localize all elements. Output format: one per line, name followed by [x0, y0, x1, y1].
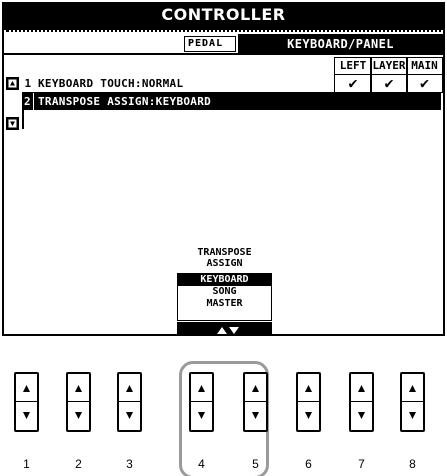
row-label: TRANSPOSE ASSIGN:KEYBOARD	[38, 95, 212, 108]
title-bar: CONTROLLER	[4, 4, 443, 32]
button-number-label: 2	[75, 457, 82, 471]
transpose-assign-selector[interactable]: TRANSPOSE ASSIGN KEYBOARD SONG MASTER	[174, 247, 275, 335]
up-arrow-icon	[358, 385, 365, 392]
panel-button-1[interactable]	[14, 372, 39, 432]
up-arrow-icon	[305, 385, 312, 392]
column-header-layer: LAYER	[370, 57, 408, 75]
up-arrow-icon	[409, 385, 416, 392]
down-arrow-icon	[358, 412, 365, 419]
row-number: 1	[24, 77, 32, 90]
up-arrow-icon	[198, 385, 205, 392]
up-button[interactable]	[402, 374, 423, 402]
button-number-label: 4	[198, 457, 205, 471]
row-label: KEYBOARD TOUCH:NORMAL	[38, 77, 184, 90]
down-button[interactable]	[68, 402, 89, 430]
down-arrow-icon	[75, 412, 82, 419]
down-arrow-icon	[126, 412, 133, 419]
selector-options: KEYBOARD SONG MASTER	[177, 273, 272, 321]
down-arrow-icon	[252, 412, 259, 419]
row-divider	[22, 93, 24, 129]
down-arrow-icon	[198, 412, 205, 419]
up-button[interactable]	[191, 374, 212, 402]
scroll-down-icon[interactable]	[6, 117, 19, 130]
down-button[interactable]	[119, 402, 140, 430]
up-button[interactable]	[351, 374, 372, 402]
check-main[interactable]: ✔	[406, 74, 443, 93]
button-number-label: 7	[358, 457, 365, 471]
check-left[interactable]: ✔	[334, 74, 372, 93]
down-arrow-icon	[409, 412, 416, 419]
panel-button-5[interactable]	[243, 372, 268, 432]
option-keyboard[interactable]: KEYBOARD	[178, 274, 271, 286]
button-number-label: 5	[252, 457, 259, 471]
scroll-up-icon[interactable]	[6, 77, 19, 90]
button-number-label: 3	[126, 457, 133, 471]
lcd-screen: CONTROLLER PEDAL KEYBOARD/PANEL LEFT LAY…	[2, 2, 445, 336]
divider	[4, 53, 443, 55]
panel-button-8[interactable]	[400, 372, 425, 432]
up-arrow-icon	[126, 385, 133, 392]
tab-pedal[interactable]: PEDAL	[184, 36, 236, 52]
column-header-main: MAIN	[406, 57, 443, 75]
up-arrow-icon	[75, 385, 82, 392]
selector-caption: TRANSPOSE ASSIGN	[197, 247, 252, 269]
button-number-label: 1	[23, 457, 30, 471]
up-button[interactable]	[16, 374, 37, 402]
panel-button-6[interactable]	[296, 372, 321, 432]
row-number: 2	[22, 93, 34, 110]
panel-button-3[interactable]	[117, 372, 142, 432]
tab-keyboard-panel[interactable]: KEYBOARD/PANEL	[238, 34, 443, 54]
button-number-label: 6	[305, 457, 312, 471]
up-button[interactable]	[298, 374, 319, 402]
up-down-arrows-icon[interactable]	[177, 322, 272, 335]
check-layer[interactable]: ✔	[370, 74, 408, 93]
up-button[interactable]	[68, 374, 89, 402]
up-button[interactable]	[119, 374, 140, 402]
list-item-selected[interactable]: 2 TRANSPOSE ASSIGN:KEYBOARD	[22, 93, 441, 110]
down-button[interactable]	[191, 402, 212, 430]
up-arrow-icon	[23, 385, 30, 392]
panel-button-2[interactable]	[66, 372, 91, 432]
option-song[interactable]: SONG	[178, 286, 271, 298]
down-button[interactable]	[351, 402, 372, 430]
down-arrow-icon	[23, 412, 30, 419]
button-number-label: 8	[409, 457, 416, 471]
down-arrow-icon	[305, 412, 312, 419]
screen-title: CONTROLLER	[161, 5, 286, 24]
down-button[interactable]	[245, 402, 266, 430]
down-button[interactable]	[16, 402, 37, 430]
panel-button-4[interactable]	[189, 372, 214, 432]
up-button[interactable]	[245, 374, 266, 402]
up-arrow-icon	[252, 385, 259, 392]
down-button[interactable]	[298, 402, 319, 430]
down-button[interactable]	[402, 402, 423, 430]
option-master[interactable]: MASTER	[178, 298, 271, 310]
column-header-left: LEFT	[334, 57, 372, 75]
panel-button-7[interactable]	[349, 372, 374, 432]
